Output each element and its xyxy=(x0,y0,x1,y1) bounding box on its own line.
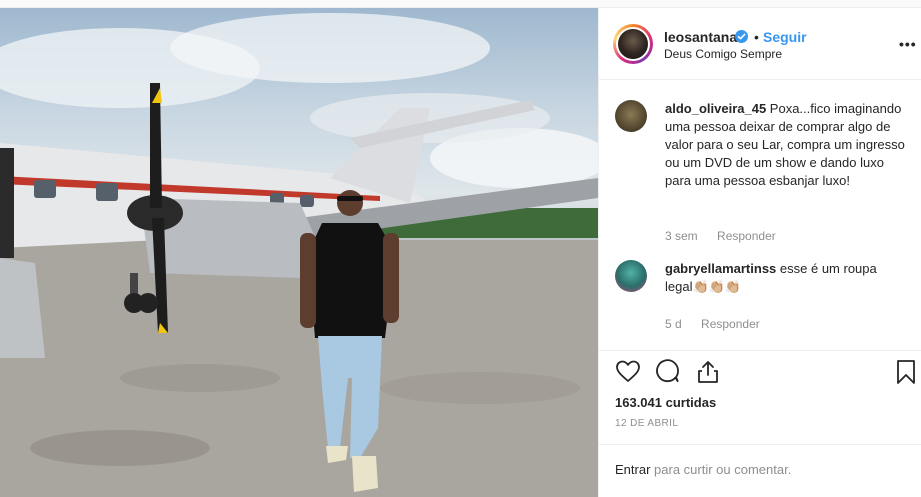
speech-bubble-icon[interactable] xyxy=(655,359,681,388)
comment-text-block: aldo_oliveira_45 Poxa...fico imaginando … xyxy=(665,100,905,190)
author-username[interactable]: leosantana xyxy=(664,29,737,45)
post-side-panel: leosantana • Seguir Deus Comigo Sempre •… xyxy=(598,8,921,497)
commenter-avatar[interactable] xyxy=(615,100,647,132)
post-header: leosantana • Seguir Deus Comigo Sempre •… xyxy=(599,8,921,80)
browser-top-strip xyxy=(0,0,921,8)
follow-button[interactable]: Seguir xyxy=(763,29,807,45)
comment-meta: 3 sem Responder xyxy=(665,229,792,243)
post-location[interactable]: Deus Comigo Sempre xyxy=(664,47,782,61)
author-avatar-image xyxy=(616,27,650,61)
comment-age[interactable]: 5 d xyxy=(665,317,682,331)
comments-list[interactable]: aldo_oliveira_45 Poxa...fico imaginando … xyxy=(599,80,921,350)
post-photo[interactable] xyxy=(0,8,598,497)
comment-text-block: gabryellamartinss esse é um roupa legal👏… xyxy=(665,260,905,296)
login-link[interactable]: Entrar xyxy=(615,462,650,477)
reply-button[interactable]: Responder xyxy=(701,317,760,331)
heart-icon[interactable] xyxy=(615,359,641,388)
login-prompt-text: para curtir ou comentar. xyxy=(654,462,792,477)
header-separator: • xyxy=(754,29,759,45)
likes-count[interactable]: 163.041 curtidas xyxy=(615,395,716,410)
post-date[interactable]: 12 DE ABRIL xyxy=(615,418,678,429)
login-prompt: Entrar para curtir ou comentar. xyxy=(615,462,791,477)
verified-badge-icon xyxy=(735,30,748,43)
post-actions: 163.041 curtidas xyxy=(599,350,921,418)
post-photo-illustration xyxy=(0,13,598,497)
add-comment-section: Entrar para curtir ou comentar. xyxy=(599,444,921,497)
comment-meta: 5 d Responder xyxy=(665,317,776,331)
bookmark-icon[interactable] xyxy=(895,359,917,390)
comment-age[interactable]: 3 sem xyxy=(665,229,698,243)
share-icon[interactable] xyxy=(695,359,721,390)
reply-button[interactable]: Responder xyxy=(717,229,776,243)
comment-username[interactable]: gabryellamartinss xyxy=(665,261,776,276)
commenter-avatar[interactable] xyxy=(615,260,647,292)
author-avatar[interactable] xyxy=(613,24,653,64)
more-options-button[interactable]: ••• xyxy=(899,36,917,52)
comment-username[interactable]: aldo_oliveira_45 xyxy=(665,101,766,116)
